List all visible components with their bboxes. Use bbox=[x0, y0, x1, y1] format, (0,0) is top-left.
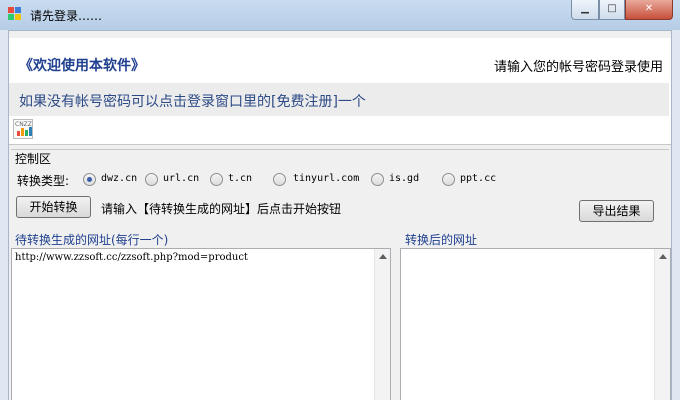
cnzz-logo-icon[interactable]: CNZZ bbox=[13, 119, 33, 139]
minimize-icon: ▁ bbox=[581, 3, 589, 14]
header-panel: 《欢迎使用本软件》 请输入您的帐号密码登录使用 如果没有帐号密码可以点击登录窗口… bbox=[9, 38, 671, 145]
input-scrollbar[interactable] bbox=[374, 249, 390, 400]
close-icon: ✕ bbox=[644, 3, 654, 14]
info-bar: 如果没有帐号密码可以点击登录窗口里的[免费注册]一个 bbox=[9, 83, 669, 116]
scroll-up-arrow-icon[interactable] bbox=[379, 254, 387, 259]
output-scrollbar[interactable] bbox=[654, 249, 670, 400]
window-title: 请先登录…… bbox=[30, 9, 103, 23]
radio-circle bbox=[210, 173, 223, 186]
radio-label: ppt.cc bbox=[460, 173, 497, 184]
group-label: 控制区 bbox=[15, 150, 54, 167]
hint-text: 请输入【待转换生成的网址】后点击开始按钮 bbox=[101, 202, 342, 216]
conversion-type-label: 转换类型: bbox=[17, 174, 70, 188]
title-bar[interactable]: 请先登录…… ▁ □ ✕ bbox=[0, 0, 680, 30]
radio-label: dwz.cn bbox=[101, 173, 138, 184]
scroll-up-arrow-icon[interactable] bbox=[659, 254, 667, 259]
login-prompt: 请输入您的帐号密码登录使用 bbox=[493, 60, 663, 75]
maximize-button[interactable]: □ bbox=[599, 0, 625, 20]
start-convert-button[interactable]: 开始转换 bbox=[16, 196, 91, 218]
window-client: 《欢迎使用本软件》 请输入您的帐号密码登录使用 如果没有帐号密码可以点击登录窗口… bbox=[8, 30, 672, 400]
app-icon bbox=[8, 7, 22, 21]
export-results-button[interactable]: 导出结果 bbox=[579, 200, 654, 222]
radio-label: tinyurl.com bbox=[293, 173, 360, 184]
radio-label: url.cn bbox=[163, 173, 200, 184]
radio-label: t.cn bbox=[228, 173, 253, 184]
minimize-button[interactable]: ▁ bbox=[571, 0, 599, 20]
radio-label: is.gd bbox=[389, 173, 420, 184]
close-button[interactable]: ✕ bbox=[625, 0, 673, 20]
radio-circle bbox=[371, 173, 384, 186]
welcome-text: 《欢迎使用本软件》 bbox=[19, 58, 145, 74]
output-urls-label: 转换后的网址 bbox=[405, 233, 478, 247]
maximize-icon: □ bbox=[607, 3, 617, 14]
info-text: 如果没有帐号密码可以点击登录窗口里的[免费注册]一个 bbox=[19, 94, 366, 110]
control-group: 控制区 转换类型: dwz.cn url.cn t.cn tinyurl.com… bbox=[11, 149, 669, 227]
input-urls-value: http://www.zzsoft.cc/zzsoft.php?mod=prod… bbox=[15, 252, 248, 263]
output-urls-textarea[interactable] bbox=[400, 248, 671, 400]
radio-circle bbox=[273, 173, 286, 186]
radio-circle bbox=[145, 173, 158, 186]
input-urls-textarea[interactable]: http://www.zzsoft.cc/zzsoft.php?mod=prod… bbox=[11, 248, 391, 400]
input-urls-label: 待转换生成的网址(每行一个) bbox=[15, 233, 169, 247]
radio-circle bbox=[442, 173, 455, 186]
radio-circle bbox=[83, 173, 96, 186]
